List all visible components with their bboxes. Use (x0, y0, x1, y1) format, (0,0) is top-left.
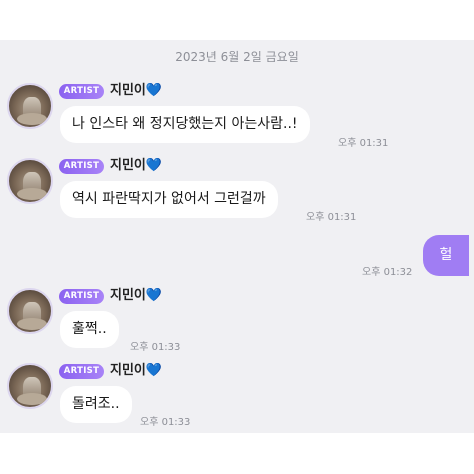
message-time: 오후 01:33 (130, 342, 181, 353)
artist-avatar[interactable] (7, 158, 53, 204)
my-message-bubble[interactable]: 헐 (423, 235, 469, 276)
blue-heart-icon: 💙 (145, 158, 163, 173)
my-message-time: 오후 01:32 (362, 267, 413, 278)
artist-avatar[interactable] (7, 288, 53, 334)
blue-heart-icon: 💙 (145, 288, 163, 303)
artist-badge: ARTIST (59, 364, 104, 379)
message-time: 오후 01:33 (140, 417, 191, 428)
sender-name: 지민이💙 (110, 158, 162, 174)
blue-heart-icon: 💙 (145, 83, 163, 98)
sender-name-text: 지민이 (110, 288, 146, 303)
message-bubble[interactable]: 나 인스타 왜 정지당했는지 아는사람..! (60, 106, 310, 143)
message-bubble[interactable]: 돌려조.. (60, 386, 132, 423)
message-bubble[interactable]: 역시 파란딱지가 없어서 그런걸까 (60, 181, 278, 218)
message-time: 오후 01:31 (306, 212, 357, 223)
artist-badge: ARTIST (59, 289, 104, 304)
artist-badge: ARTIST (59, 84, 104, 99)
artist-badge: ARTIST (59, 159, 104, 174)
message-time: 오후 01:31 (338, 138, 389, 149)
sender-name: 지민이💙 (110, 288, 162, 304)
sender-name: 지민이💙 (110, 83, 162, 99)
sender-name-text: 지민이 (110, 363, 146, 378)
blue-heart-icon: 💙 (145, 363, 163, 378)
artist-avatar[interactable] (7, 83, 53, 129)
sender-name-text: 지민이 (110, 83, 146, 98)
date-divider: 2023년 6월 2일 금요일 (175, 50, 299, 64)
message-bubble[interactable]: 훌쩍.. (60, 311, 119, 348)
sender-name: 지민이💙 (110, 363, 162, 379)
sender-name-text: 지민이 (110, 158, 146, 173)
artist-avatar[interactable] (7, 363, 53, 409)
chat-frame: 2023년 6월 2일 금요일 ARTIST 지민이💙 나 인스타 왜 정지당했… (0, 40, 474, 433)
